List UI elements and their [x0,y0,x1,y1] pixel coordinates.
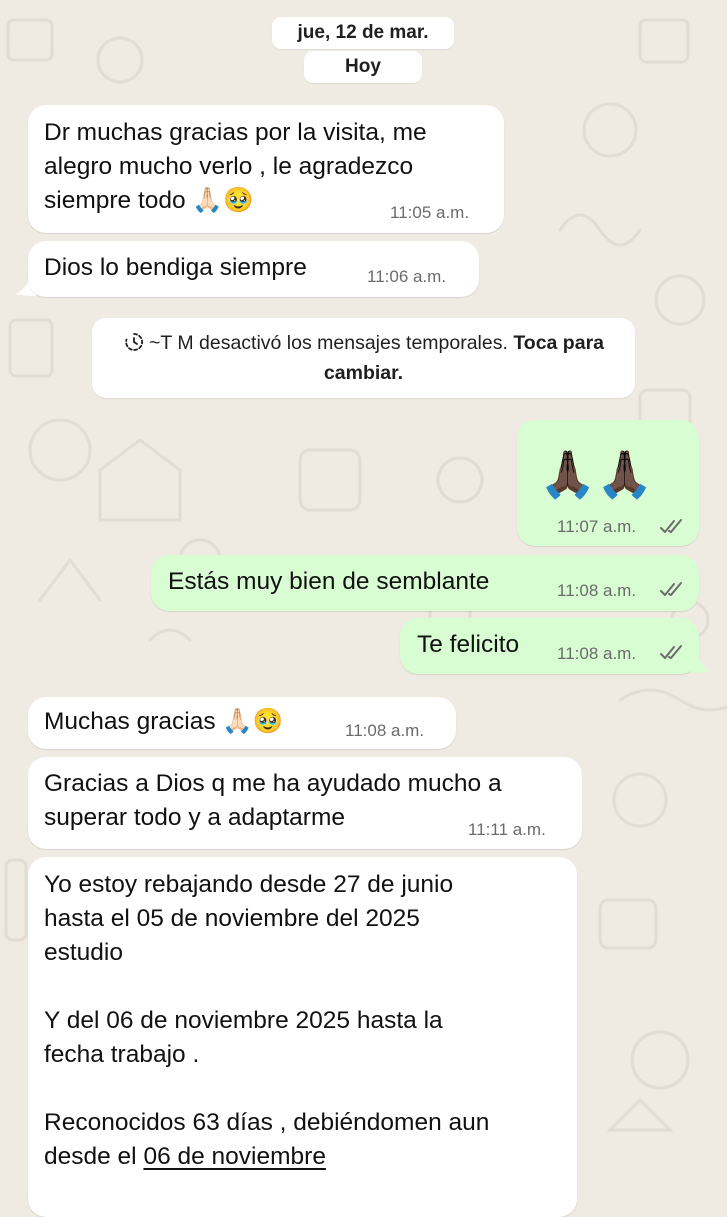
notice-message: ~T M desactivó los mensajes temporales. [148,332,508,354]
today-chip: Hoy [304,51,422,83]
message-time: 11:05 a.m. [390,203,470,222]
message-text: Estás muy bien de semblante [168,568,490,595]
double-check-icon [660,582,682,596]
message-bubble-incoming[interactable]: Muchas gracias 🙏🏻🥹 11:08 a.m. [28,697,456,749]
message-time: 11:08 a.m. [345,721,425,740]
message-bubble-incoming[interactable]: Dios lo bendiga siempre 11:06 a.m. [28,241,479,297]
notice-text: ~T M desactivó los mensajes temporales. … [92,318,635,388]
message-text: Dr muchas gracias por la visita, me alegr… [44,119,427,214]
message-bubble-outgoing[interactable]: Te felicito 11:08 a.m. [400,618,699,674]
message-emoji: 🙏🏿🙏🏿 [539,448,654,500]
message-text: Muchas gracias 🙏🏻🥹 [44,708,284,735]
message-bubble-incoming[interactable]: Dr muchas gracias por la visita, me alegr… [28,105,504,233]
message-time: 11:06 a.m. [367,267,447,286]
message-bubble-incoming[interactable]: Gracias a Dios q me ha ayudado mucho a su… [28,757,582,849]
date-chip-label: jue, 12 de mar. [297,22,429,43]
message-bubble-incoming[interactable]: Yo estoy rebajando desde 27 de junio hast… [28,857,577,1217]
date-chip: jue, 12 de mar. [272,17,454,49]
double-check-icon [660,519,682,533]
date-link[interactable]: 06 de noviembre [143,1143,326,1170]
message-time: 11:11 a.m. [468,820,546,839]
message-bubble-outgoing[interactable]: Estás muy bien de semblante 11:08 a.m. [151,555,699,611]
message-time: 11:08 a.m. [557,644,637,663]
message-time: 11:08 a.m. [557,581,637,600]
double-check-icon [660,645,682,659]
message-text: Dios lo bendiga siempre [44,254,307,281]
bubble-tail [691,659,711,673]
message-text: Te felicito [417,631,520,658]
message-text: Gracias a Dios q me ha ayudado mucho a su… [44,770,502,831]
message-time: 11:07 a.m. [557,517,637,536]
disappearing-timer-icon [125,333,143,351]
disappearing-messages-notice[interactable]: ~T M desactivó los mensajes temporales. … [92,318,635,398]
today-chip-label: Hoy [345,56,381,77]
message-text: Yo estoy rebajando desde 27 de junio hast… [44,871,490,1170]
message-bubble-outgoing[interactable]: 🙏🏿🙏🏿 11:07 a.m. [517,420,699,546]
